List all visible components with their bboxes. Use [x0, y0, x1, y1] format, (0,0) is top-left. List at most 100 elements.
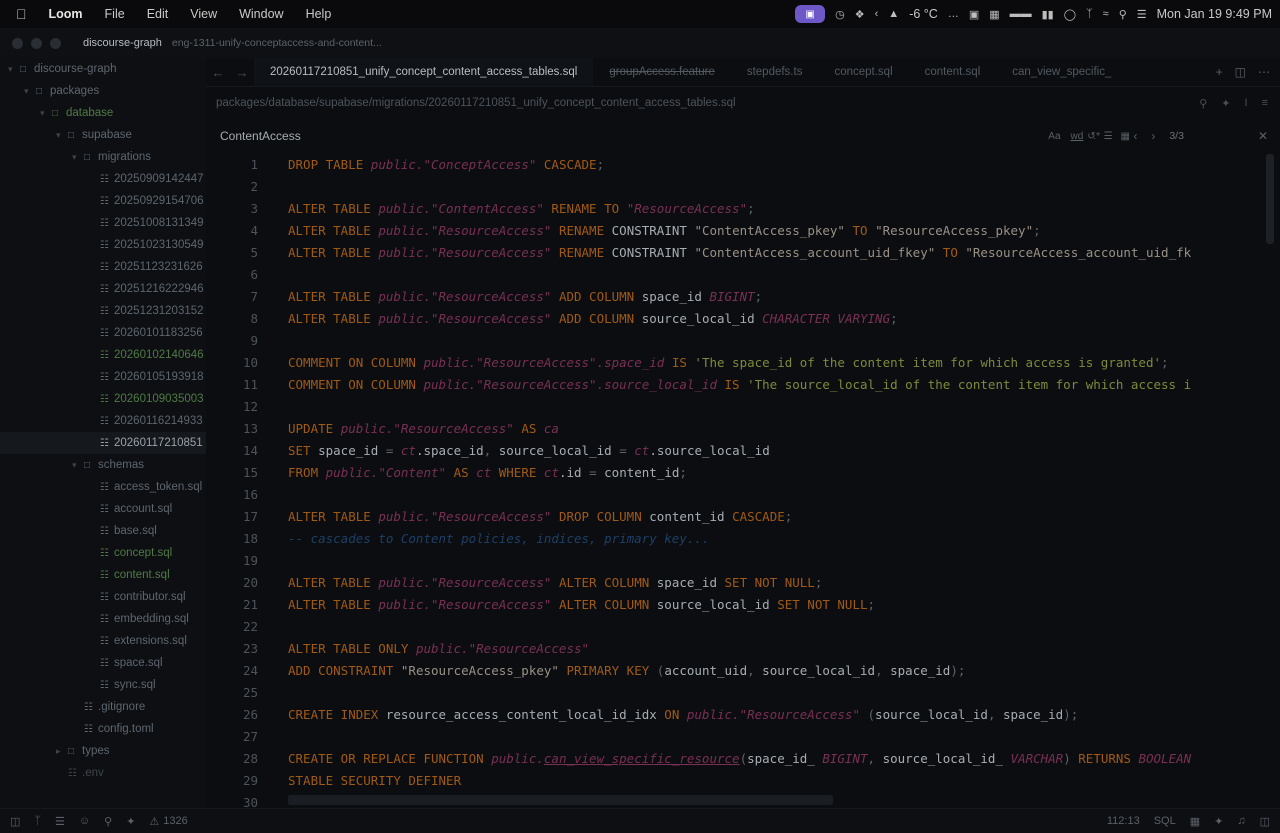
chevron-left-icon[interactable]: ‹ — [875, 8, 879, 20]
code-line[interactable]: 1 DROP TABLE public."ConceptAccess" CASCA… — [206, 154, 1266, 176]
new-tab-icon[interactable]: + — [1216, 65, 1223, 79]
menu-view[interactable]: View — [190, 7, 217, 21]
code-line[interactable]: 5 ALTER TABLE public."ResourceAccess" REN… — [206, 242, 1266, 264]
editor-tab[interactable]: stepdefs.ts — [731, 58, 819, 86]
code-line[interactable]: 24 ADD CONSTRAINT "ResourceAccess_pkey" P… — [206, 660, 1266, 682]
file-tree-item[interactable]: ☷ content.sql — [0, 564, 206, 586]
whole-word-toggle[interactable]: wd — [1071, 131, 1084, 142]
inline-assist-icon[interactable]: ✦ — [1221, 97, 1230, 110]
menu-edit[interactable]: Edit — [147, 7, 169, 21]
next-match-icon[interactable]: › — [1151, 129, 1155, 143]
code-line[interactable]: 28 CREATE OR REPLACE FUNCTION public.can_… — [206, 748, 1266, 770]
folder-tree-item[interactable]: ▾ □ database — [0, 102, 206, 124]
vertical-scrollbar[interactable] — [1266, 154, 1274, 244]
code-line[interactable]: 21 ALTER TABLE public."ResourceAccess" AL… — [206, 594, 1266, 616]
file-tree-item[interactable]: ☷ 20251216222946 — [0, 278, 206, 300]
file-tree-item[interactable]: ☷ account.sql — [0, 498, 206, 520]
app-status-icon[interactable]: ▣ — [969, 8, 979, 21]
code-line[interactable]: 14 SET space_id = ct.space_id, source_loc… — [206, 440, 1266, 462]
code-line[interactable]: 27 — [206, 726, 1266, 748]
code-line[interactable]: 22 — [206, 616, 1266, 638]
folder-tree-item[interactable]: ▾ □ packages — [0, 80, 206, 102]
code-line[interactable]: 16 — [206, 484, 1266, 506]
file-tree-item[interactable]: ☷ 20251008131349 — [0, 212, 206, 234]
code-line[interactable]: 7 ALTER TABLE public."ResourceAccess" ADD… — [206, 286, 1266, 308]
history-icon[interactable]: ◷ — [835, 8, 845, 21]
file-tree-item[interactable]: ☷ embedding.sql — [0, 608, 206, 630]
terminal-icon[interactable]: ▦ — [1190, 815, 1200, 828]
previous-match-icon[interactable]: ‹ — [1133, 129, 1137, 143]
search-icon[interactable]: ⚲ — [1199, 97, 1207, 110]
file-tree-item[interactable]: ☷ config.toml — [0, 718, 206, 740]
code-line[interactable]: 4 ALTER TABLE public."ResourceAccess" REN… — [206, 220, 1266, 242]
split-pane-icon[interactable]: ◫ — [1235, 65, 1246, 79]
editor-controls-icon[interactable]: ≡ — [1262, 97, 1268, 109]
chevron-down-icon[interactable]: ▾ — [72, 146, 84, 168]
file-path[interactable]: packages/database/supabase/migrations/20… — [216, 97, 736, 109]
chevron-down-icon[interactable]: ▾ — [72, 454, 84, 476]
audio-meter-icon[interactable]: ▬▬ — [1010, 8, 1032, 20]
calendar-icon[interactable]: ▦ — [989, 8, 999, 21]
editor-tab[interactable]: concept.sql — [818, 58, 908, 86]
file-tree-item[interactable]: ☷ .gitignore — [0, 696, 206, 718]
headphones-icon[interactable]: ◯ — [1064, 8, 1076, 21]
chevron-down-icon[interactable]: ▾ — [40, 102, 52, 124]
code-line[interactable]: 20 ALTER TABLE public."ResourceAccess" AL… — [206, 572, 1266, 594]
file-tree-item[interactable]: ☷ contributor.sql — [0, 586, 206, 608]
file-tree-item[interactable]: ☷ 20250909142447 — [0, 168, 206, 190]
folder-tree-item[interactable]: ▾ □ migrations — [0, 146, 206, 168]
file-tree-item[interactable]: ☷ base.sql — [0, 520, 206, 542]
menu-file[interactable]: File — [105, 7, 125, 21]
go-forward-icon[interactable]: → — [230, 65, 254, 80]
minimize-window-button[interactable] — [31, 37, 42, 49]
code-line[interactable]: 10 COMMENT ON COLUMN public."ResourceAcce… — [206, 352, 1266, 374]
file-tree-item[interactable]: ☷ space.sql — [0, 652, 206, 674]
menu-help[interactable]: Help — [306, 7, 332, 21]
code-line[interactable]: 25 — [206, 682, 1266, 704]
folder-tree-item[interactable]: ▾ □ supabase — [0, 124, 206, 146]
close-find-icon[interactable]: ✕ — [1258, 129, 1268, 143]
language-selector[interactable]: SQL — [1154, 815, 1176, 827]
apple-menu-icon[interactable]:  — [16, 6, 27, 22]
file-tree-item[interactable]: ☷ 20251023130549 — [0, 234, 206, 256]
select-all-matches-icon[interactable]: ☰ — [1104, 131, 1113, 142]
code-line[interactable]: 23 ALTER TABLE ONLY public."ResourceAcces… — [206, 638, 1266, 660]
editor-tab[interactable]: can_view_specific_ — [996, 58, 1127, 86]
dropbox-icon[interactable]: ❖ — [855, 8, 865, 21]
code-line[interactable]: 26 CREATE INDEX resource_access_content_l… — [206, 704, 1266, 726]
folder-tree-item[interactable]: ▾ □ schemas — [0, 454, 206, 476]
code-line[interactable]: 8 ALTER TABLE public."ResourceAccess" ADD… — [206, 308, 1266, 330]
chevron-down-icon[interactable]: ▾ — [8, 58, 20, 80]
assistant-icon[interactable]: ✦ — [1214, 815, 1223, 828]
project-search-icon[interactable]: ⚲ — [104, 815, 112, 828]
status-item-icon[interactable]: … — [948, 8, 959, 20]
file-tree-item[interactable]: ☷ 20251231203152 — [0, 300, 206, 322]
folder-tree-item[interactable]: ▾ □ discourse-graph — [0, 58, 206, 80]
file-tree-item[interactable]: ☷ access_token.sql — [0, 476, 206, 498]
toggle-left-dock-icon[interactable]: ◫ — [10, 815, 20, 828]
cursor-text-icon[interactable]: I — [1245, 97, 1248, 109]
zoom-window-button[interactable] — [50, 37, 61, 49]
toggle-right-dock-icon[interactable]: ◫ — [1260, 815, 1270, 828]
more-options-icon[interactable]: ⋯ — [1258, 65, 1270, 79]
close-window-button[interactable] — [12, 37, 23, 49]
code-editor[interactable]: 1 DROP TABLE public."ConceptAccess" CASCA… — [206, 154, 1266, 808]
file-tree-item[interactable]: ☷ 20260101183256 — [0, 322, 206, 344]
code-line[interactable]: 9 — [206, 330, 1266, 352]
file-tree-item[interactable]: ☷ 20260109035003 — [0, 388, 206, 410]
cursor-position[interactable]: 112:13 — [1107, 815, 1140, 827]
code-line[interactable]: 3 ALTER TABLE public."ContentAccess" RENA… — [206, 198, 1266, 220]
bluetooth-icon[interactable]: ᛉ — [1086, 8, 1093, 20]
collaboration-icon[interactable]: ☺ — [79, 815, 90, 827]
control-center-icon[interactable]: ☰ — [1137, 8, 1147, 21]
chevron-down-icon[interactable]: ▾ — [24, 80, 36, 102]
wifi-icon[interactable]: ≈ — [1103, 8, 1109, 20]
code-line[interactable]: 2 — [206, 176, 1266, 198]
loom-recording-icon[interactable]: ▣ — [795, 5, 826, 23]
code-line[interactable]: 19 — [206, 550, 1266, 572]
editor-tab[interactable]: content.sql — [909, 58, 997, 86]
file-tree-item[interactable]: ☷ 20260117210851 — [0, 432, 206, 454]
match-case-toggle[interactable]: Aa — [1048, 131, 1060, 142]
file-tree-item[interactable]: ☷ 20260116214933 — [0, 410, 206, 432]
debug-icon[interactable]: ✦ — [126, 815, 135, 828]
